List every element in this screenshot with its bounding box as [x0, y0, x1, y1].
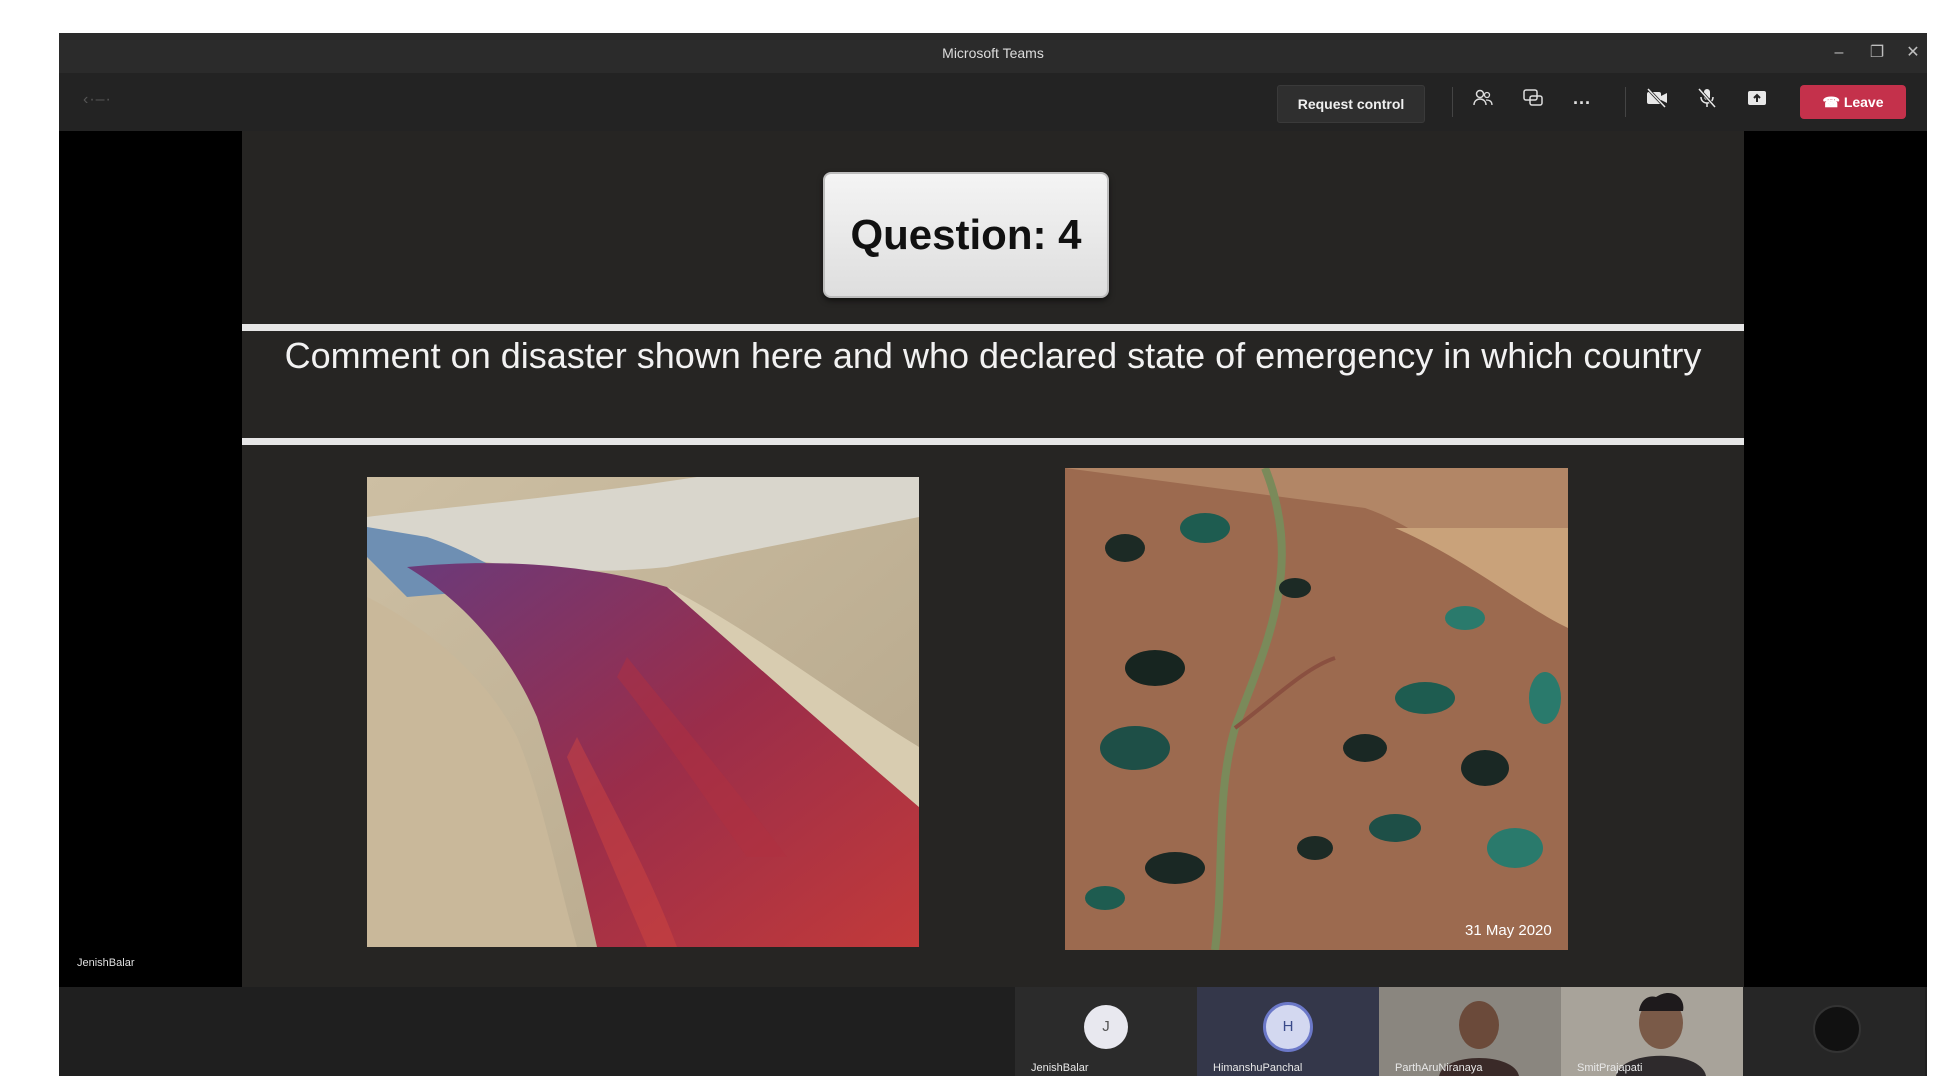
people-icon[interactable]	[1465, 85, 1501, 121]
teams-window: Microsoft Teams – ❐ ✕ ‹·–· Request contr…	[59, 33, 1927, 1076]
share-icon[interactable]	[1739, 85, 1775, 121]
mic-off-icon[interactable]	[1689, 85, 1725, 121]
request-control-button[interactable]: Request control	[1277, 85, 1425, 123]
participant-tile[interactable]: H HimanshuPanchal	[1197, 987, 1379, 1076]
close-icon[interactable]: ✕	[1901, 41, 1925, 65]
presenter-name: JenishBalar	[77, 957, 135, 969]
more-icon[interactable]: ···	[1564, 85, 1600, 121]
avatar	[1813, 1005, 1861, 1053]
leave-button[interactable]: ☎ Leave	[1800, 85, 1906, 119]
question-text: Comment on disaster shown here and who d…	[284, 335, 1702, 376]
minimize-icon[interactable]: –	[1827, 41, 1851, 65]
chat-icon[interactable]	[1515, 85, 1551, 121]
title-bar: Microsoft Teams – ❐ ✕	[59, 33, 1927, 73]
back-button[interactable]: ‹·–·	[83, 91, 112, 109]
participant-tile-extra[interactable]	[1743, 987, 1925, 1076]
toolbar-divider	[1452, 87, 1453, 117]
participant-name: SmitPrajapati	[1577, 1062, 1643, 1074]
presentation-slide: Question: 4 Comment on disaster shown he…	[242, 131, 1744, 987]
window-title: Microsoft Teams	[942, 45, 1044, 61]
phone-icon: ☎	[1822, 94, 1840, 110]
toolbar-divider	[1625, 87, 1626, 117]
participant-tile[interactable]: ParthAruNiranaya	[1379, 987, 1561, 1076]
participant-name: JenishBalar	[1031, 1062, 1089, 1074]
participant-name: ParthAruNiranaya	[1395, 1062, 1483, 1074]
leave-label: Leave	[1843, 94, 1884, 110]
camera-off-icon[interactable]	[1639, 85, 1675, 121]
participant-tile[interactable]: J JenishBalar	[1015, 987, 1197, 1076]
meeting-toolbar: ‹·–· Request control ··· ☎ Leave	[59, 73, 1927, 131]
avatar: J	[1084, 1005, 1128, 1049]
satellite-map-image: 31 May 2020	[1065, 468, 1568, 950]
avatar: H	[1263, 1002, 1313, 1052]
divider-line	[242, 324, 1744, 331]
map-date-label: 31 May 2020	[1465, 922, 1552, 939]
divider-line	[242, 438, 1744, 445]
participant-tile[interactable]: SmitPrajapati	[1561, 987, 1743, 1076]
question-number-box: Question: 4	[823, 172, 1109, 298]
shared-screen: Question: 4 Comment on disaster shown he…	[59, 131, 1927, 987]
participant-name: HimanshuPanchal	[1213, 1062, 1303, 1074]
maximize-icon[interactable]: ❐	[1865, 41, 1889, 65]
oil-spill-river-photo	[367, 477, 919, 947]
